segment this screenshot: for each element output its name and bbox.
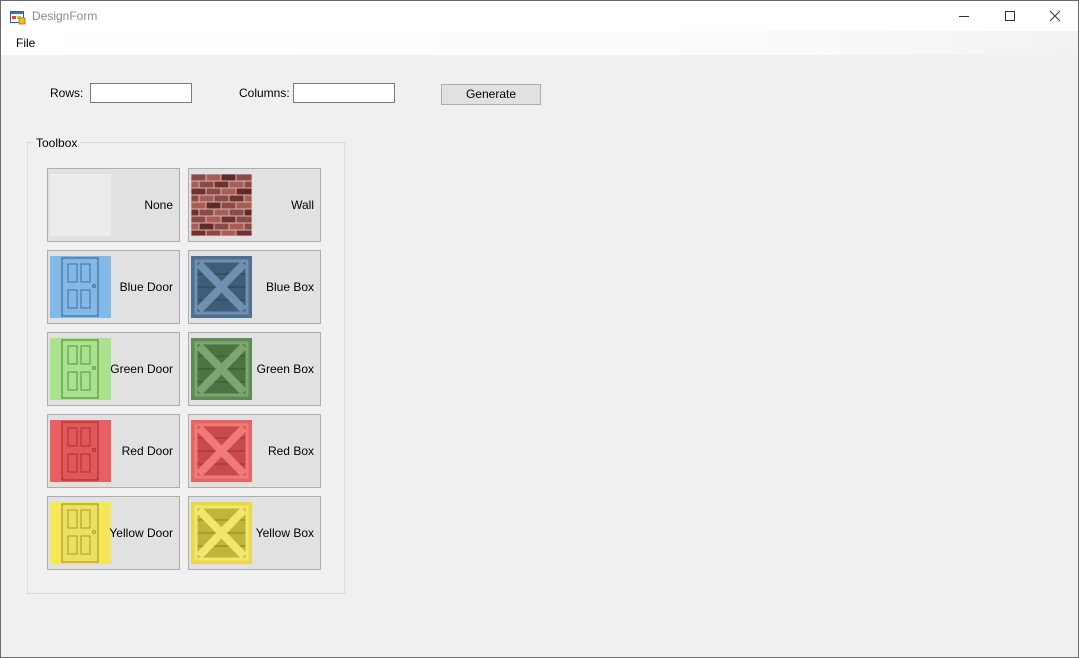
green-crate-icon (191, 338, 252, 400)
tool-yellow-box-button[interactable]: Yellow Box (188, 496, 321, 570)
tool-label: Blue Box (265, 280, 314, 294)
yellow-door-icon (50, 502, 111, 564)
tool-wall-button[interactable]: Wall (188, 168, 321, 242)
tool-yellow-door-button[interactable]: Yellow Door (47, 496, 180, 570)
tool-label: Red Door (121, 444, 173, 458)
menu-file[interactable]: File (10, 33, 41, 53)
maximize-icon (1005, 11, 1015, 21)
blue-crate-icon (191, 256, 252, 318)
close-button[interactable] (1032, 1, 1078, 31)
tool-none-button[interactable]: None (47, 168, 180, 242)
window-title: DesignForm (32, 9, 98, 23)
columns-label: Columns: (239, 86, 290, 100)
red-crate-icon (191, 420, 252, 482)
design-form-window: DesignForm File Rows: Columns: Generate … (0, 0, 1079, 658)
tool-blue-door-button[interactable]: Blue Door (47, 250, 180, 324)
rows-label: Rows: (50, 86, 84, 100)
minimize-button[interactable] (941, 1, 987, 31)
empty-tile-icon (50, 174, 111, 236)
blue-door-icon (50, 256, 111, 318)
tool-label: Wall (291, 198, 314, 212)
tool-label: Green Box (256, 362, 314, 376)
brick-wall-icon (191, 174, 252, 236)
toolbox-title: Toolbox (33, 136, 81, 150)
tool-label: Green Door (110, 362, 173, 376)
tool-label: Yellow Box (255, 526, 314, 540)
tool-blue-box-button[interactable]: Blue Box (188, 250, 321, 324)
tool-red-box-button[interactable]: Red Box (188, 414, 321, 488)
columns-input[interactable] (293, 83, 395, 103)
app-icon (10, 9, 26, 25)
tool-label: Yellow Door (109, 526, 173, 540)
yellow-crate-icon (191, 502, 252, 564)
tool-green-door-button[interactable]: Green Door (47, 332, 180, 406)
tool-label: None (144, 198, 173, 212)
tool-label: Red Box (267, 444, 314, 458)
minimize-icon (959, 16, 969, 17)
title-bar[interactable]: DesignForm (1, 1, 1078, 31)
rows-input[interactable] (90, 83, 192, 103)
generate-button[interactable]: Generate (441, 84, 541, 105)
tool-green-box-button[interactable]: Green Box (188, 332, 321, 406)
green-door-icon (50, 338, 111, 400)
red-door-icon (50, 420, 111, 482)
tool-red-door-button[interactable]: Red Door (47, 414, 180, 488)
close-icon (1049, 10, 1061, 22)
menu-bar: File (1, 31, 1078, 55)
maximize-button[interactable] (987, 1, 1033, 31)
tool-label: Blue Door (119, 280, 173, 294)
